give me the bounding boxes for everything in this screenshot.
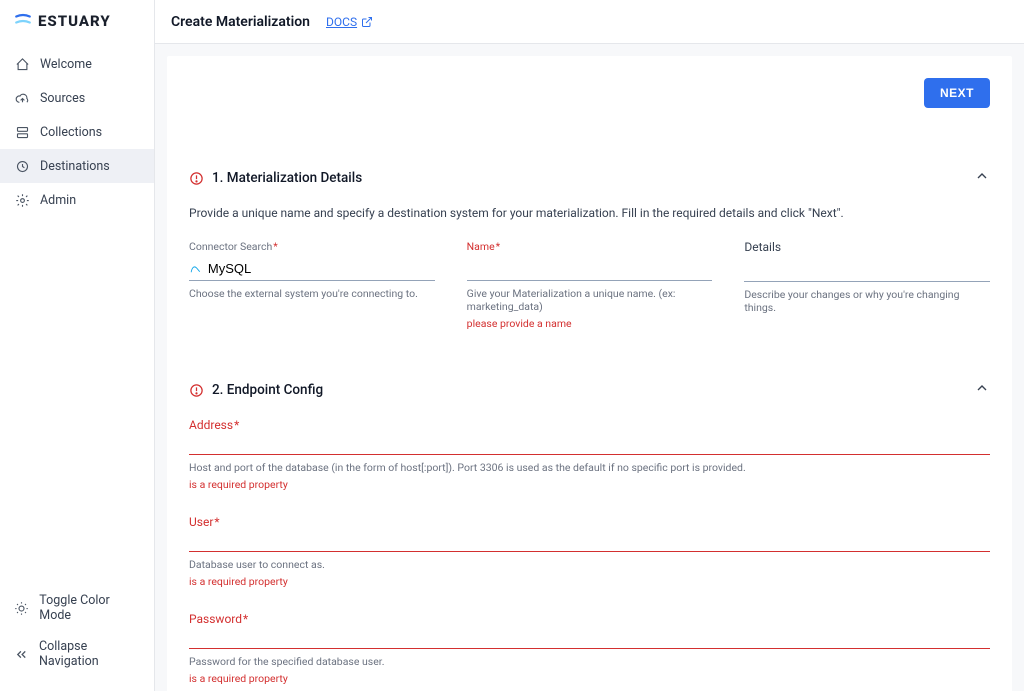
field-help: Give your Materialization a unique name.…: [467, 287, 713, 313]
logo-icon: [14, 12, 32, 30]
sidebar-item-label: Sources: [40, 91, 85, 106]
collapse-navigation[interactable]: Collapse Navigation: [0, 631, 154, 677]
field-help: Database user to connect as.: [189, 558, 990, 571]
chevrons-left-icon: [14, 646, 29, 662]
footer-item-label: Toggle Color Mode: [39, 593, 140, 623]
sidebar-item-label: Collections: [40, 125, 102, 140]
connector-label: Connector Search*: [189, 240, 435, 253]
sidebar-item-destinations[interactable]: Destinations: [0, 149, 154, 183]
collections-icon: [14, 124, 30, 140]
toggle-color-mode[interactable]: Toggle Color Mode: [0, 585, 154, 631]
section-description: Provide a unique name and specify a dest…: [189, 206, 990, 220]
sidebar-item-collections[interactable]: Collections: [0, 115, 154, 149]
address-input[interactable]: [189, 434, 990, 455]
user-input[interactable]: [189, 531, 990, 552]
password-label: Password*: [189, 612, 990, 626]
next-button[interactable]: NEXT: [924, 78, 990, 108]
details-label: Details: [744, 240, 990, 254]
field-error: please provide a name: [467, 317, 713, 330]
chevron-up-icon: [974, 168, 990, 184]
section-title: 2. Endpoint Config: [212, 382, 323, 398]
page-title: Create Materialization: [171, 14, 310, 30]
address-label: Address*: [189, 418, 990, 432]
chevron-up-icon: [974, 380, 990, 396]
name-label: Name*: [467, 240, 713, 253]
sidebar-item-label: Welcome: [40, 57, 92, 72]
connector-search-input[interactable]: [208, 261, 435, 276]
mysql-icon: [189, 262, 202, 276]
error-icon: [189, 171, 204, 186]
external-link-icon: [361, 16, 373, 28]
error-icon: [189, 383, 204, 398]
docs-link[interactable]: DOCS: [326, 15, 373, 29]
sun-icon: [14, 600, 29, 616]
user-label: User*: [189, 515, 990, 529]
section-title: 1. Materialization Details: [212, 170, 362, 186]
destinations-icon: [14, 158, 30, 174]
footer-item-label: Collapse Navigation: [39, 639, 140, 669]
details-input[interactable]: [744, 262, 990, 277]
sidebar-item-sources[interactable]: Sources: [0, 81, 154, 115]
home-icon: [14, 56, 30, 72]
collapse-section-button[interactable]: [974, 168, 990, 188]
field-error: is a required property: [189, 672, 990, 685]
field-help: Host and port of the database (in the fo…: [189, 461, 990, 474]
nav: Welcome Sources Collections Destinations: [0, 43, 154, 577]
sidebar-item-admin[interactable]: Admin: [0, 183, 154, 217]
field-help: Describe your changes or why you're chan…: [744, 288, 990, 314]
logo[interactable]: ESTUARY: [0, 0, 154, 43]
field-help: Password for the specified database user…: [189, 655, 990, 668]
collapse-section-button[interactable]: [974, 380, 990, 400]
password-input[interactable]: [189, 628, 990, 649]
field-help: Choose the external system you're connec…: [189, 287, 435, 300]
sidebar-item-label: Destinations: [40, 159, 110, 174]
sidebar-item-welcome[interactable]: Welcome: [0, 47, 154, 81]
upload-cloud-icon: [14, 90, 30, 106]
logo-text: ESTUARY: [38, 12, 111, 30]
docs-link-label: DOCS: [326, 15, 357, 29]
field-error: is a required property: [189, 478, 990, 491]
sidebar: ESTUARY Welcome Sources Collections: [0, 0, 155, 691]
gear-icon: [14, 192, 30, 208]
field-error: is a required property: [189, 575, 990, 588]
name-input[interactable]: [467, 261, 713, 276]
sidebar-item-label: Admin: [40, 193, 76, 208]
topbar: Create Materialization DOCS: [155, 0, 1024, 44]
